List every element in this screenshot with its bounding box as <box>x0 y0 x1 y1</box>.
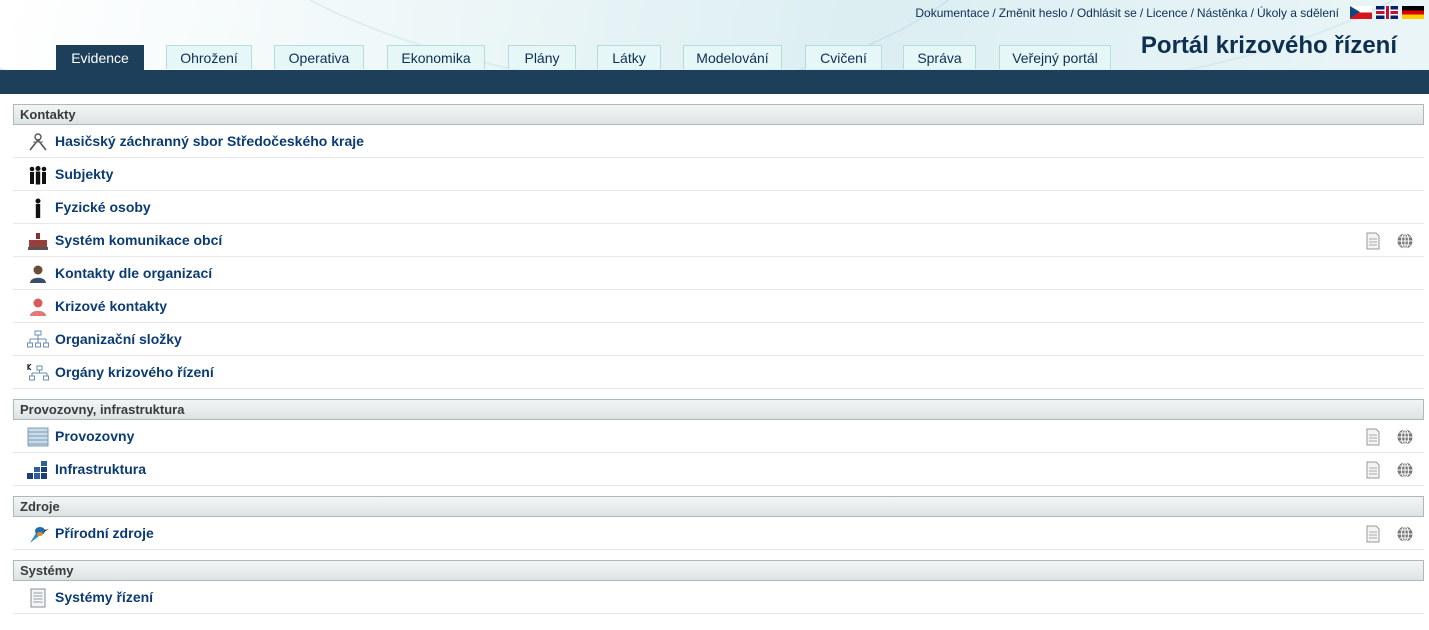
item-organizacni-slozky[interactable]: Organizační složky <box>55 323 182 356</box>
english-flag-icon[interactable] <box>1376 6 1398 19</box>
czech-flag-icon[interactable] <box>1350 6 1372 19</box>
tab-latky[interactable]: Látky <box>597 45 661 69</box>
language-flags <box>1350 6 1424 19</box>
list-item: Systémy řízení <box>13 581 1424 614</box>
list-item: Infrastruktura <box>13 453 1424 486</box>
item-subjekty[interactable]: Subjekty <box>55 158 113 191</box>
row-actions <box>1364 428 1414 446</box>
link-nastenka[interactable]: Nástěnka <box>1197 6 1248 20</box>
link-licence[interactable]: Licence <box>1146 6 1187 20</box>
german-flag-icon[interactable] <box>1402 6 1424 19</box>
link-ukoly-a-sdeleni[interactable]: Úkoly a sdělení <box>1257 6 1339 20</box>
item-hzs[interactable]: Hasičský záchranný sbor Středočeského kr… <box>55 125 364 158</box>
link-zmenit-heslo[interactable]: Změnit heslo <box>999 6 1068 20</box>
item-organy-krizoveho-rizeni[interactable]: Orgány krizového řízení <box>55 356 214 389</box>
section-header-kontakty: Kontakty <box>13 104 1424 125</box>
item-prirodni-zdroje[interactable]: Přírodní zdroje <box>55 517 154 550</box>
item-kontakty-dle-organizaci[interactable]: Kontakty dle organizací <box>55 257 212 290</box>
top-links: Dokumentace / Změnit heslo / Odhlásit se / Lic… <box>915 6 1339 20</box>
facility-icon <box>27 427 49 447</box>
crisis-contact-icon <box>30 298 46 316</box>
portal-title: Portál krizového řízení <box>1140 32 1397 59</box>
list-item: Organizační složky <box>13 323 1424 356</box>
list-item: Provozovny <box>13 420 1424 453</box>
navbar <box>0 70 1429 94</box>
org-tree-icon <box>27 330 49 348</box>
list-item: Fyzické osoby <box>13 191 1424 224</box>
item-infrastruktura[interactable]: Infrastruktura <box>55 453 146 486</box>
kingfisher-bird-icon <box>30 527 49 543</box>
user-contact-icon <box>30 265 46 283</box>
list-item: Krizové kontakty <box>13 290 1424 323</box>
crisis-org-tree-icon <box>27 363 49 381</box>
tab-ohrozeni[interactable]: Ohrožení <box>166 45 252 69</box>
infrastructure-icon <box>27 461 47 479</box>
list-item: Systém komunikace obcí <box>13 224 1424 257</box>
tab-cviceni[interactable]: Cvičení <box>805 45 882 69</box>
firefighter-emblem-icon <box>29 133 47 151</box>
list-item: Hasičský záchranný sbor Středočeského kr… <box>13 125 1424 158</box>
item-systemy-rizeni[interactable]: Systémy řízení <box>55 581 153 614</box>
row-actions <box>1364 232 1414 250</box>
globe-icon[interactable] <box>1396 232 1414 250</box>
item-provozovny[interactable]: Provozovny <box>55 420 134 453</box>
people-group-icon <box>29 166 47 185</box>
tab-evidence[interactable]: Evidence <box>56 45 144 70</box>
document-icon[interactable] <box>1364 428 1382 446</box>
row-actions <box>1364 461 1414 479</box>
tab-ekonomika[interactable]: Ekonomika <box>387 45 485 69</box>
link-dokumentace[interactable]: Dokumentace <box>915 6 989 20</box>
item-krizove-kontakty[interactable]: Krizové kontakty <box>55 290 167 323</box>
tab-sprava[interactable]: Správa <box>903 45 976 69</box>
document-icon[interactable] <box>1364 232 1382 250</box>
tab-verejny-portal[interactable]: Veřejný portál <box>999 45 1111 69</box>
section-header-systemy: Systémy <box>13 560 1424 581</box>
section-header-provozovny: Provozovny, infrastruktura <box>13 399 1424 420</box>
townhall-icon <box>28 233 48 250</box>
tab-modelovani[interactable]: Modelování <box>683 45 782 69</box>
tab-plany[interactable]: Plány <box>508 45 576 69</box>
link-odhlasit-se[interactable]: Odhlásit se <box>1077 6 1137 20</box>
globe-icon[interactable] <box>1396 461 1414 479</box>
document-list-icon <box>30 588 46 608</box>
tab-operativa[interactable]: Operativa <box>274 45 364 69</box>
list-item: Orgány krizového řízení <box>13 356 1424 389</box>
evidence-content: Kontakty Hasičský záchranný sbor Středoč… <box>13 104 1424 614</box>
document-icon[interactable] <box>1364 525 1382 543</box>
section-header-zdroje: Zdroje <box>13 496 1424 517</box>
list-item: Kontakty dle organizací <box>13 257 1424 290</box>
globe-icon[interactable] <box>1396 428 1414 446</box>
list-item: Subjekty <box>13 158 1424 191</box>
document-icon[interactable] <box>1364 461 1382 479</box>
row-actions <box>1364 525 1414 543</box>
item-system-komunikace-obci[interactable]: Systém komunikace obcí <box>55 224 222 257</box>
list-item: Přírodní zdroje <box>13 517 1424 550</box>
person-icon <box>35 198 41 218</box>
item-fyzicke-osoby[interactable]: Fyzické osoby <box>55 191 151 224</box>
globe-icon[interactable] <box>1396 525 1414 543</box>
page-header: Dokumentace / Změnit heslo / Odhlásit se / Lic… <box>0 0 1429 70</box>
